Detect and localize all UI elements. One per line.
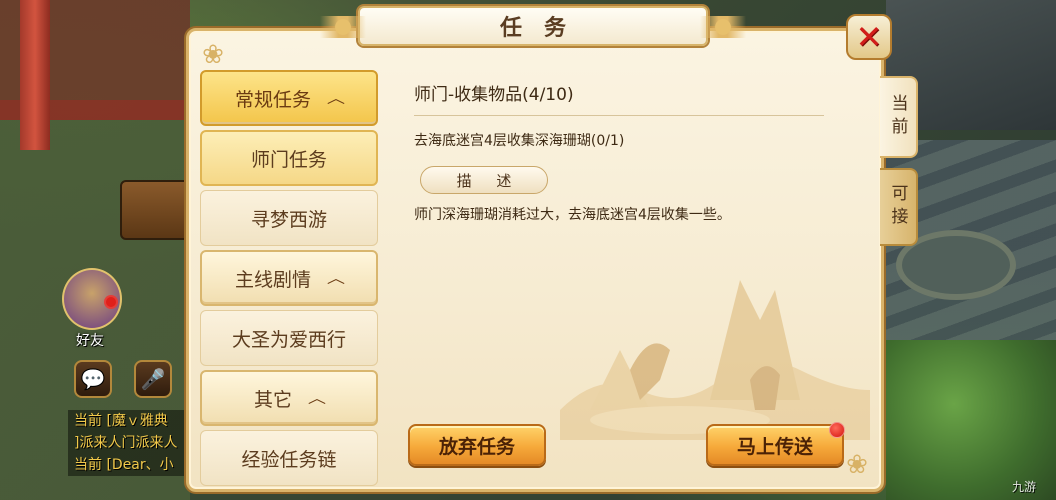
notification-dot [829,422,845,438]
category-label: 主线剧情 [234,268,311,291]
chat-line: ]派来人门派来人 [74,435,178,451]
grass-area [886,340,1056,500]
teleport-button[interactable]: 马上传送 [706,424,844,466]
red-pillar [20,0,50,150]
close-icon: ✕ [855,18,883,56]
description-label: 描 述 [420,166,548,194]
watermark-logo: 九游 [1012,480,1037,494]
notification-dot [104,295,118,309]
task-goal: 去海底迷宫4层收集深海珊瑚(0/1) [414,133,625,149]
category-main-story[interactable]: 主线剧情 ︿ [200,250,378,306]
close-button[interactable]: ✕ [846,14,892,60]
tab-available[interactable]: 可接 [880,168,918,246]
chevron-up-icon: ︿ [326,91,346,107]
chat-line: 当前 [Dear、小 [74,457,174,473]
task-item-monkey-king[interactable]: 大圣为爱西行 [200,310,378,366]
category-regular-tasks[interactable]: 常规任务 ︿ [200,70,378,126]
task-item-exp-chain[interactable]: 经验任务链 [200,430,378,486]
microphone-icon[interactable]: 🎤 [134,360,172,398]
friend-label[interactable]: 好友 [76,330,104,350]
abandon-task-button[interactable]: 放弃任务 [408,424,546,466]
chevron-up-icon: ︿ [326,271,346,287]
task-item-label: 经验任务链 [241,448,337,471]
chat-bubble-icon[interactable]: 💬 [74,360,112,398]
dialog-title-plate: 任务 [320,6,746,46]
landscape-artwork [560,280,870,440]
task-detail: 师门-收集物品(4/10) 去海底迷宫4层收集深海珊瑚(0/1) [414,80,824,150]
category-label: 其它 [253,388,292,411]
chat-log[interactable]: 当前 [魔ｖ雅典 ]派来人门派来人 当前 [Dear、小 [68,410,198,476]
task-item-label: 大圣为爱西行 [231,328,346,351]
chat-line: 当前 [魔ｖ雅典 [74,413,168,429]
task-item-label: 寻梦西游 [250,208,327,231]
task-item-dream-journey[interactable]: 寻梦西游 [200,190,378,246]
category-other[interactable]: 其它 ︿ [200,370,378,426]
category-label: 常规任务 [234,88,311,111]
treasure-chest [120,180,190,240]
task-item-sect[interactable]: 师门任务 [200,130,378,186]
tab-current[interactable]: 当前 [880,76,918,158]
task-description: 师门深海珊瑚消耗过大，去海底迷宫4层收集一些。 [414,207,731,223]
task-item-label: 师门任务 [250,148,327,171]
chevron-up-icon: ︿ [307,391,327,407]
task-title: 师门-收集物品(4/10) [414,80,824,116]
dialog-title: 任务 [499,16,588,41]
